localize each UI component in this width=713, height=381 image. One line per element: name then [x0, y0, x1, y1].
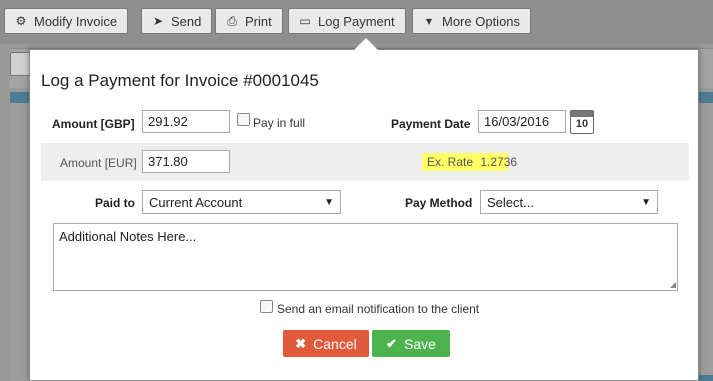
dropdown-arrow-icon: ▼	[324, 196, 334, 208]
pay-method-value: Select...	[487, 194, 534, 210]
amount-eur-input[interactable]	[142, 150, 230, 173]
resize-handle-icon[interactable]: ◢	[670, 281, 676, 289]
amount-eur-label: Amount [EUR]	[60, 156, 137, 170]
more-options-label: More Options	[442, 13, 521, 29]
print-icon: ⎙	[227, 13, 237, 28]
paid-to-label: Paid to	[95, 196, 136, 210]
cancel-button[interactable]: ✖ Cancel	[283, 330, 369, 357]
print-button[interactable]: ⎙ Print	[215, 8, 283, 34]
calendar-day: 10	[575, 118, 589, 130]
modify-invoice-label: Modify Invoice	[34, 13, 118, 29]
save-label: Save	[403, 335, 436, 352]
more-options-button[interactable]: ▾ More Options	[412, 8, 532, 34]
log-payment-modal: Log a Payment for Invoice #0001045 Amoun…	[29, 49, 699, 381]
log-payment-button[interactable]: ▭ Log Payment	[288, 8, 406, 34]
check-icon: ✔	[386, 335, 397, 351]
pay-in-full-label: Pay in full	[253, 116, 306, 130]
send-label: Send	[171, 13, 202, 29]
calendar-icon[interactable]: 10	[570, 110, 594, 134]
amount-gbp-label: Amount [GBP]	[52, 117, 135, 131]
send-icon: ➤	[152, 14, 164, 28]
caret-down-icon: ▾	[425, 14, 433, 28]
paid-to-select[interactable]: Current Account ▼	[142, 190, 341, 214]
exchange-rate: Ex. Rate 1.2736	[427, 155, 517, 169]
modify-invoice-button[interactable]: ⚙ Modify Invoice	[4, 8, 129, 34]
credit-card-icon: ▭	[299, 14, 311, 28]
close-icon: ✖	[295, 335, 307, 351]
email-notification-label: Send an email notification to the client	[277, 302, 480, 316]
dropdown-arrow-icon: ▼	[641, 196, 651, 208]
send-button[interactable]: ➤ Send	[141, 8, 213, 34]
chart-icon	[10, 52, 30, 76]
cancel-label: Cancel	[313, 335, 357, 352]
exchange-rate-label: Ex. Rate	[427, 155, 474, 169]
notes-textarea[interactable]: Additional Notes Here... ◢	[53, 223, 678, 291]
currency-conversion-row	[41, 143, 689, 181]
pay-method-select[interactable]: Select... ▼	[480, 190, 658, 214]
email-notification-checkbox[interactable]	[260, 300, 273, 313]
payment-date-label: Payment Date	[391, 117, 471, 131]
amount-gbp-input[interactable]	[142, 110, 230, 133]
payment-date-input[interactable]	[478, 110, 566, 133]
log-payment-label: Log Payment	[318, 13, 395, 29]
modal-title: Log a Payment for Invoice #0001045	[41, 71, 319, 90]
pay-in-full-checkbox[interactable]	[237, 113, 250, 126]
popover-caret	[354, 38, 378, 50]
paid-to-value: Current Account	[149, 194, 243, 210]
save-button[interactable]: ✔ Save	[372, 330, 450, 357]
exchange-rate-value: 1.2736	[480, 155, 518, 169]
gear-icon: ⚙	[15, 14, 27, 28]
pay-method-label: Pay Method	[405, 196, 473, 210]
print-label: Print	[245, 13, 272, 29]
notes-placeholder: Additional Notes Here...	[59, 229, 197, 244]
